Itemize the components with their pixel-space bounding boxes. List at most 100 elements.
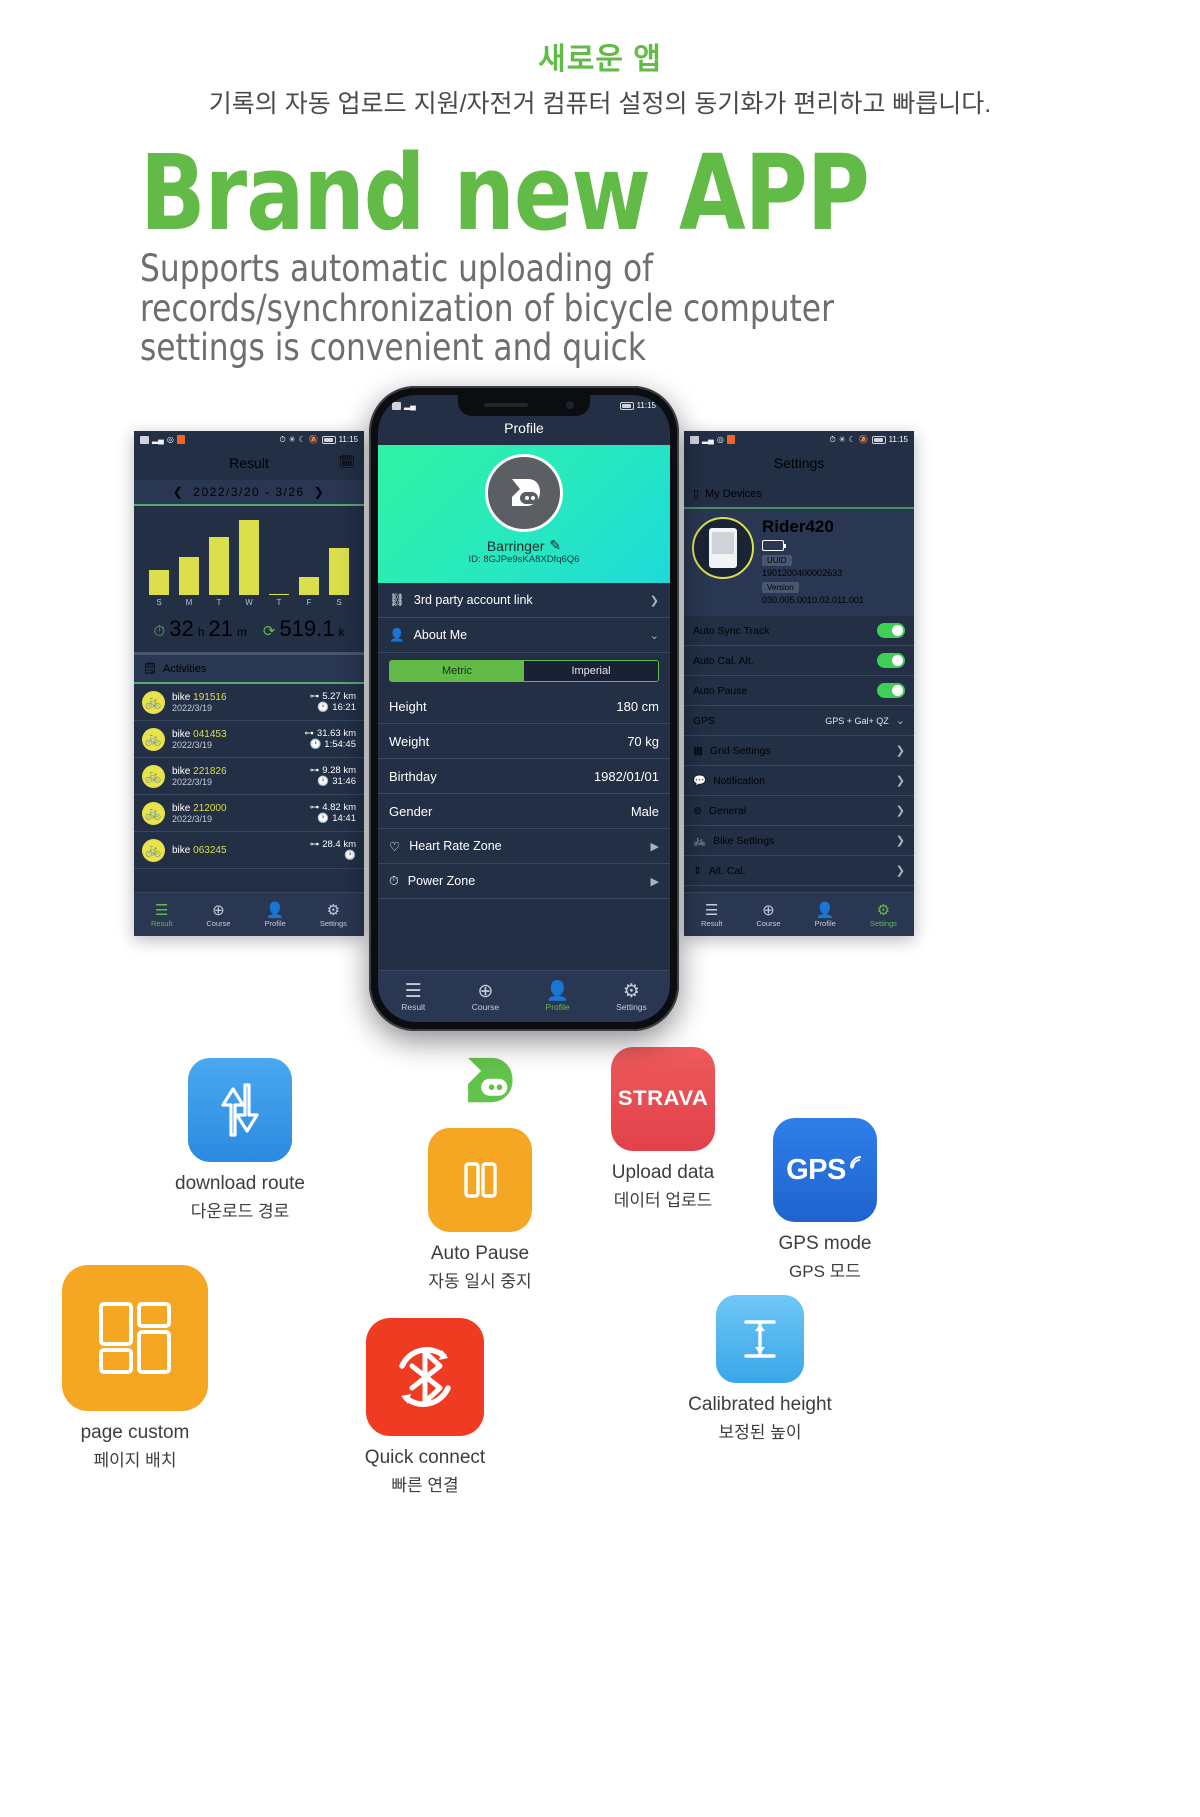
setting-toggle-row[interactable]: Auto Sync Track	[684, 616, 914, 647]
week-selector[interactable]: ❮ 2022/3/20 - 3/26 ❯	[134, 480, 364, 507]
tab-label: Result	[151, 918, 173, 928]
metric-option[interactable]: Metric	[390, 661, 524, 682]
settings-tab-bar[interactable]: ☰ Result ⊕ Course 👤 Profile ⚙ Settings	[684, 892, 914, 937]
calendar-icon[interactable]: 🗓	[338, 454, 355, 470]
profile-field-row[interactable]: Birthday 1982/01/01	[378, 759, 670, 795]
activity-date: 2022/3/19	[172, 739, 213, 750]
tab-label: Profile	[545, 1002, 570, 1013]
chevron-right-icon[interactable]: ❯	[896, 774, 905, 787]
week-prev-button[interactable]: ❮	[173, 485, 185, 499]
strava-wordmark: STRAVA	[617, 1087, 709, 1111]
setting-label: GPS	[693, 714, 716, 727]
profile-menu-row[interactable]: 👤 About Me ⌄	[378, 618, 670, 654]
chevron-icon[interactable]: ⌄	[650, 629, 659, 642]
summary-stats: ⏱ 32 h 21 m ⟳ 519.1 k	[134, 612, 364, 652]
activity-name: bike 063245	[172, 844, 227, 856]
chevron-right-icon[interactable]: ❯	[896, 744, 905, 757]
tab-result[interactable]: ☰ Result	[151, 902, 172, 928]
setting-label: Notification	[713, 774, 766, 787]
setting-toggle-row[interactable]: Auto Cal. Alt.	[684, 646, 914, 677]
bar-column	[239, 506, 259, 596]
tab-profile[interactable]: 👤 Profile	[815, 902, 836, 928]
chevron-right-icon[interactable]: ▶	[651, 840, 659, 853]
bike-icon: 🚲	[142, 838, 165, 862]
settings-page-title: Settings	[684, 448, 914, 480]
tab-settings[interactable]: ⚙ Settings	[616, 981, 647, 1012]
activity-row[interactable]: 🚲 bike 212000 2022/3/19 ⊶ 4.82 km 🕐 14:41	[134, 795, 364, 833]
profile-zone-row[interactable]: ♡ Heart Rate Zone ▶	[378, 829, 670, 865]
gear-icon: ⚙	[326, 901, 341, 919]
tab-profile[interactable]: 👤 Profile	[265, 902, 286, 928]
setting-row[interactable]: 🚲 Bike Settings ❯	[684, 826, 914, 857]
profile-field-row[interactable]: Weight 70 kg	[378, 724, 670, 760]
tab-settings[interactable]: ⚙ Settings	[320, 902, 347, 928]
activity-row[interactable]: 🚲 bike 063245 ⊶ 28.4 km 🕐	[134, 832, 364, 870]
toggle-switch[interactable]	[877, 623, 905, 639]
profile-tab-bar[interactable]: ☰ Result ⊕ Course 👤 Profile ⚙ Settings	[378, 970, 670, 1023]
setting-toggle-row[interactable]: Auto Pause	[684, 676, 914, 707]
bike-icon: 🚲	[693, 835, 707, 848]
status-bar: ▂▄ ◎ ⏱ ✳ ☾ 🔕 11:15	[134, 431, 364, 449]
chevron-icon[interactable]: ❯	[650, 594, 659, 607]
tab-result[interactable]: ☰ Result	[401, 981, 425, 1012]
chevron-right-icon[interactable]: ▶	[651, 875, 659, 888]
setting-gps-row[interactable]: GPS GPS + Gal+ QZ ⌄	[684, 706, 914, 737]
feature-calibrated-height[interactable]: Calibrated height 보정된 높이	[655, 1295, 865, 1443]
feature-download-route[interactable]: download route 다운로드 경로	[135, 1058, 345, 1222]
setting-row[interactable]: ▦ Grid Settings ❯	[684, 736, 914, 767]
pause-icon	[428, 1128, 532, 1233]
profile-field-row[interactable]: Height 180 cm	[378, 689, 670, 725]
chevron-right-icon[interactable]: ❯	[896, 834, 905, 847]
setting-row[interactable]: 💬 Notification ❯	[684, 766, 914, 797]
feature-auto-pause[interactable]: Auto Pause 자동 일시 중지	[375, 1128, 585, 1292]
feature-quick-connect[interactable]: Quick connect 빠른 연결	[320, 1318, 530, 1496]
tab-label: Settings	[319, 918, 347, 928]
chevron-down-icon[interactable]: ⌄	[896, 714, 905, 727]
version-value: 030.005.0010.02.011.001	[762, 595, 864, 606]
bar-column	[209, 506, 229, 596]
tab-course[interactable]: ⊕ Course	[472, 981, 499, 1012]
settings-rows: Auto Sync Track Auto Cal. Alt. Auto Pause G…	[684, 616, 914, 887]
activity-row[interactable]: 🚲 bike 191516 2022/3/19 ⊶ 5.27 km 🕐 16:21	[134, 684, 364, 722]
device-card[interactable]: Rider420 UUID 1901200400002633 Version 0…	[684, 509, 914, 617]
feature-label-kr: 다운로드 경로	[190, 1202, 290, 1222]
tab-result[interactable]: ☰ Result	[701, 902, 722, 928]
setting-row[interactable]: ⊜ General ❯	[684, 796, 914, 827]
tab-course[interactable]: ⊕ Course	[206, 902, 230, 928]
field-value: 70 kg	[627, 733, 659, 749]
week-next-button[interactable]: ❯	[314, 485, 326, 499]
tab-course[interactable]: ⊕ Course	[756, 902, 780, 928]
profile-name-row[interactable]: Barringer ✎	[487, 537, 561, 554]
toggle-switch[interactable]	[877, 653, 905, 669]
toggle-switch[interactable]	[877, 683, 905, 699]
tab-settings[interactable]: ⚙ Settings	[870, 902, 897, 928]
avatar[interactable]	[485, 454, 563, 533]
unit-toggle[interactable]: Metric Imperial	[389, 660, 659, 683]
feature-label-en: Auto Pause	[430, 1243, 530, 1265]
profile-menu-row[interactable]: ⛓ 3rd party account link ❯	[378, 583, 670, 619]
profile-menu: ⛓ 3rd party account link ❯ 👤 About Me ⌄	[378, 583, 670, 654]
tab-label: Profile	[264, 918, 286, 928]
chevron-right-icon[interactable]: ❯	[896, 804, 905, 817]
mute-icon: 🔕	[308, 435, 319, 445]
activity-name: bike 221826	[172, 765, 227, 777]
pencil-icon[interactable]: ✎	[549, 537, 561, 554]
chevron-right-icon[interactable]: ❯	[896, 864, 905, 877]
activity-time: 🕐 31:46	[317, 776, 356, 788]
profile-zone-row[interactable]: ⏱ Power Zone ▶	[378, 864, 670, 900]
activity-row[interactable]: 🚲 bike 221826 2022/3/19 ⊶ 9.28 km 🕐 31:46	[134, 758, 364, 796]
imperial-option[interactable]: Imperial	[524, 661, 658, 682]
feature-page-custom[interactable]: page custom 페이지 배치	[30, 1265, 240, 1471]
setting-row[interactable]: ⇕ Alt. Cal. ❯	[684, 856, 914, 887]
profile-field-row[interactable]: Gender Male	[378, 794, 670, 830]
feature-gps-mode[interactable]: GPS GPS mode GPS 모드	[720, 1118, 930, 1282]
bar-label: S	[336, 598, 342, 608]
moon-icon: ☾	[848, 435, 856, 445]
tab-profile[interactable]: 👤 Profile	[546, 981, 570, 1012]
activity-name: bike 191516	[172, 691, 227, 703]
result-tab-bar[interactable]: ☰ Result ⊕ Course 👤 Profile ⚙ Settings	[134, 892, 364, 937]
link-icon: ⛓	[389, 592, 405, 607]
activity-row[interactable]: 🚲 bike 041453 2022/3/19 ⊶ 31.63 km 🕐 1:54:45	[134, 721, 364, 759]
setting-label: Bike Settings	[713, 834, 775, 847]
feature-label-kr: 보정된 높이	[718, 1423, 802, 1443]
